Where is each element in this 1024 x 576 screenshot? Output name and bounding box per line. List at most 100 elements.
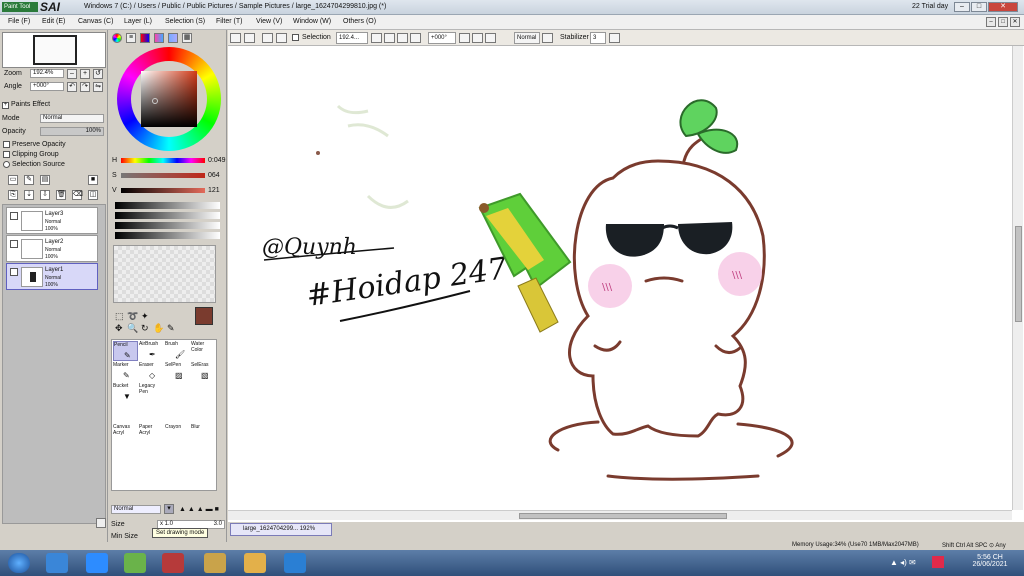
selection-checkbox[interactable] <box>292 34 299 41</box>
angle-value[interactable]: +000° <box>30 82 64 91</box>
rotate-left-button[interactable]: ↶ <box>67 82 77 92</box>
lasso-icon[interactable]: ➰ <box>127 311 138 322</box>
undo-button[interactable] <box>230 33 241 43</box>
rotate-left-button[interactable] <box>459 33 470 43</box>
zalo-app-icon[interactable] <box>284 553 306 573</box>
media-player-icon[interactable] <box>162 553 184 573</box>
hand-icon[interactable]: ✋ <box>153 323 164 334</box>
menu-file[interactable]: File (F) <box>8 18 30 25</box>
layer-item[interactable]: Layer3 Normal 100% <box>6 207 98 234</box>
tool-bucket[interactable]: Bucket ▼ <box>113 383 138 403</box>
mdi-minimize-button[interactable]: – <box>986 17 996 27</box>
clock[interactable]: 5:56 CH 26/06/2021 <box>970 554 1010 568</box>
tool-seleras[interactable]: SelEras ▧ <box>191 362 216 382</box>
menu-window[interactable]: Window (W) <box>293 18 331 25</box>
zoom-out-button[interactable] <box>371 33 382 43</box>
visibility-icon[interactable] <box>10 240 18 248</box>
menu-edit[interactable]: Edit (E) <box>42 18 65 25</box>
tool-pencil[interactable]: Pencil ✎ <box>113 341 138 361</box>
redo-button[interactable] <box>244 33 255 43</box>
menu-canvas[interactable]: Canvas (C) <box>78 18 113 25</box>
layer-item[interactable]: Layer2 Normal 100% <box>6 235 98 262</box>
stabilizer-value[interactable]: 3 <box>590 32 606 44</box>
foreground-color[interactable] <box>195 307 213 325</box>
app-icon[interactable] <box>124 553 146 573</box>
zoom-icon[interactable]: 🔍 <box>127 323 138 334</box>
close-button[interactable]: ✕ <box>988 2 1018 12</box>
saturation-slider[interactable] <box>121 173 205 178</box>
internet-explorer-icon[interactable] <box>46 553 68 573</box>
tool-watercolor[interactable]: Water Color <box>191 341 216 361</box>
value-slider[interactable] <box>121 188 205 193</box>
tool-blur[interactable]: Blur <box>191 424 216 444</box>
eyedropper-icon[interactable]: ✎ <box>167 323 175 334</box>
invert-selection-button[interactable] <box>276 33 287 43</box>
brush-shape-icons[interactable]: ▲ ▲ ▲ ▬ ■ <box>179 506 219 513</box>
zoom-fit-button[interactable] <box>410 33 421 43</box>
rgb-slider-tab[interactable]: ≡ <box>126 33 136 43</box>
zoom-reset-button[interactable] <box>397 33 408 43</box>
magic-wand-icon[interactable]: ✦ <box>141 311 149 322</box>
flip-button[interactable] <box>485 33 496 43</box>
menu-filter[interactable]: Filter (T) <box>216 18 242 25</box>
rotate-right-button[interactable]: ↷ <box>80 82 90 92</box>
tool-marker[interactable]: Marker ✎ <box>113 362 138 382</box>
tray-icons[interactable]: ▲ ◂) ✉ <box>890 558 916 567</box>
angle-field[interactable]: +000° <box>428 32 456 44</box>
hsv-slider-tab[interactable] <box>140 33 150 43</box>
zoom-in-button[interactable]: + <box>80 69 90 79</box>
mode-dropdown-button[interactable]: ▾ <box>164 504 174 514</box>
color-mixer-tab[interactable] <box>154 33 164 43</box>
menu-others[interactable]: Others (O) <box>343 18 376 25</box>
visibility-icon[interactable] <box>10 268 18 276</box>
tool-paper-acryl[interactable]: Paper Acryl <box>139 424 164 444</box>
navigator-viewport[interactable] <box>33 35 77 65</box>
paint-app-icon[interactable] <box>204 553 226 573</box>
hue-slider[interactable] <box>121 158 205 163</box>
move-icon[interactable]: ✥ <box>115 323 123 334</box>
tool-mode-select[interactable]: Normal <box>111 505 161 514</box>
opacity-slider[interactable]: 100% <box>40 127 104 136</box>
color-wheel-tab[interactable] <box>112 33 122 43</box>
tool-airbrush[interactable]: AirBrush ✒ <box>139 341 164 361</box>
clear-layer-button[interactable]: ⌫ <box>72 190 83 200</box>
tool-legacy-pen[interactable]: Legacy Pen <box>139 383 164 403</box>
menu-layer[interactable]: Layer (L) <box>124 18 152 25</box>
tool-selpen[interactable]: SelPen ▨ <box>165 362 190 382</box>
zoom-out-button[interactable]: – <box>67 69 77 79</box>
zoom-reset-button[interactable]: ↺ <box>93 69 103 79</box>
layer-item-selected[interactable]: Layer1 Normal 100% <box>6 263 98 290</box>
tray-app-icon[interactable] <box>932 556 944 568</box>
visibility-icon[interactable] <box>10 212 18 220</box>
new-folder-button[interactable]: ▤ <box>40 175 50 185</box>
mdi-close-button[interactable]: ✕ <box>1010 17 1020 27</box>
new-layer-button[interactable]: ▭ <box>8 175 18 185</box>
layer-options-button[interactable]: ■ <box>88 175 98 185</box>
minimize-button[interactable]: – <box>954 2 970 12</box>
menu-selection[interactable]: Selection (S) <box>165 18 205 25</box>
tool-crayon[interactable]: Crayon <box>165 424 190 444</box>
stabilizer-dropdown-button[interactable] <box>609 33 620 43</box>
layer-mask-button[interactable]: ◫ <box>88 190 98 200</box>
zoom-value[interactable]: 192.4% <box>30 69 64 78</box>
drawing-canvas[interactable]: @Quynh #Hoidap 247 \\\ \\\ <box>228 46 1024 522</box>
selection-source-checkbox[interactable] <box>3 161 10 168</box>
expand-icon[interactable]: + <box>2 102 9 109</box>
mdi-restore-button[interactable]: □ <box>998 17 1008 27</box>
new-linework-button[interactable]: ✎ <box>24 175 34 185</box>
vertical-scrollbar[interactable] <box>1012 46 1023 510</box>
blend-mode-select[interactable]: Normal <box>514 32 540 44</box>
delete-layer-button[interactable]: 🗑 <box>56 190 66 200</box>
zoom-in-button[interactable] <box>384 33 395 43</box>
merge-down-button[interactable]: ⇩ <box>40 190 50 200</box>
marquee-icon[interactable]: ⬚ <box>115 311 124 322</box>
rotate-icon[interactable]: ↻ <box>141 323 149 334</box>
tool-brush[interactable]: Brush 🖌 <box>165 341 190 361</box>
menu-view[interactable]: View (V) <box>256 18 282 25</box>
zoom-app-icon[interactable] <box>86 553 108 573</box>
tool-eraser[interactable]: Eraser ◇ <box>139 362 164 382</box>
file-explorer-icon[interactable] <box>244 553 266 573</box>
layer-scroll-button[interactable] <box>96 518 106 528</box>
zoom-field[interactable]: 192.4... <box>336 32 368 44</box>
start-button[interactable] <box>8 553 30 573</box>
